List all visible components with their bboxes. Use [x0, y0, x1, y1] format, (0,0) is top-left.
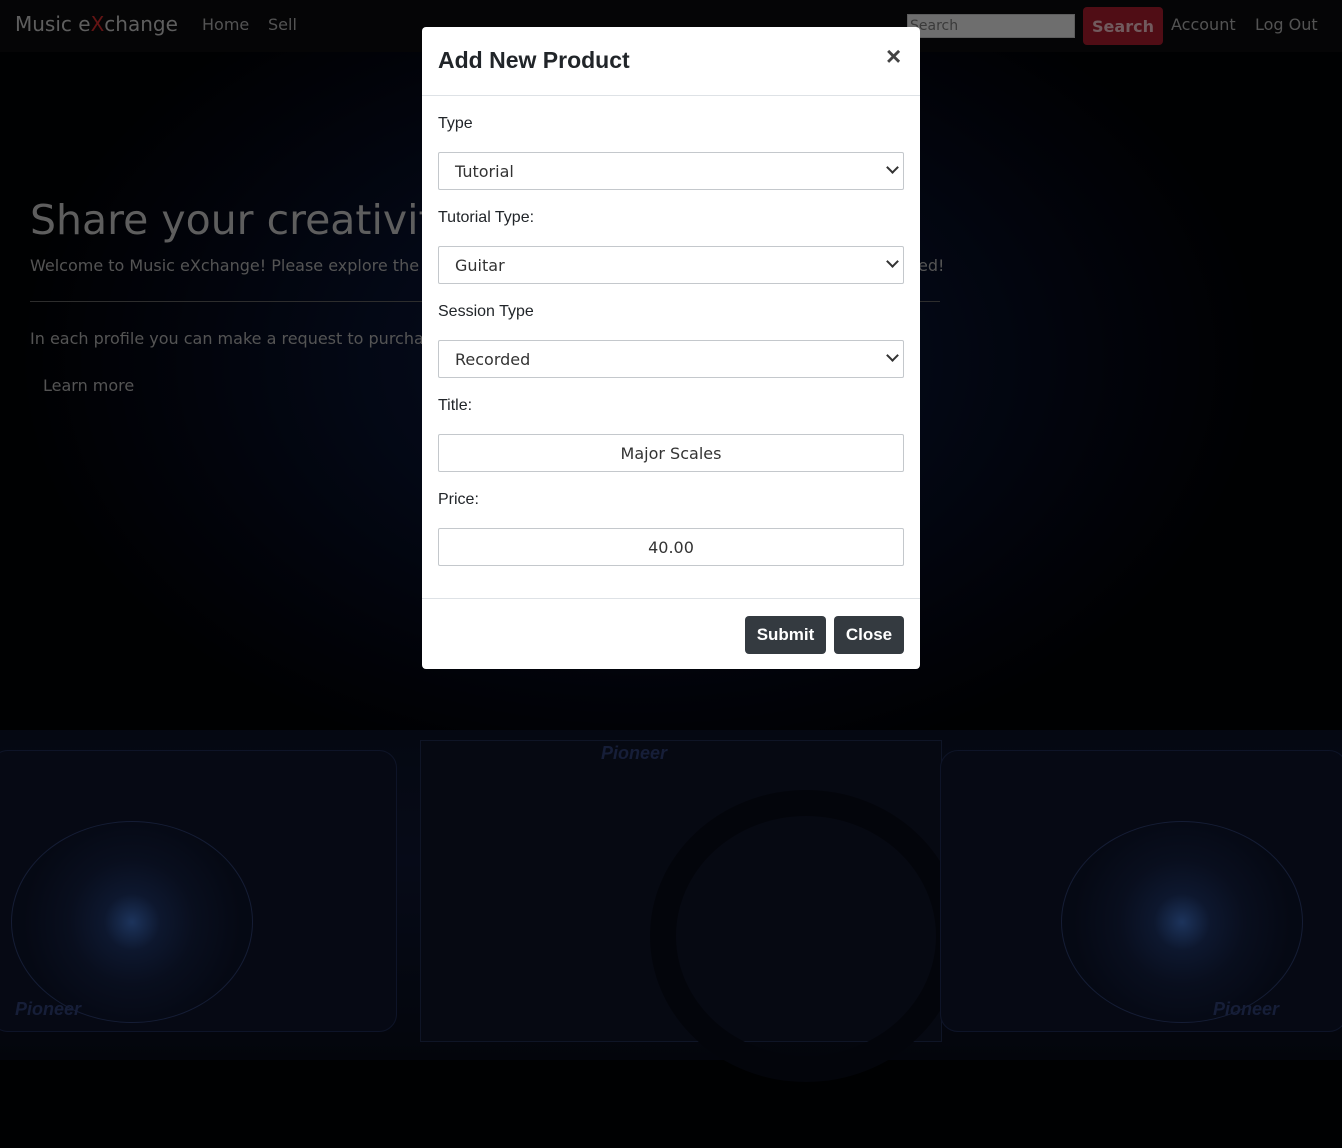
price-label: Price: [438, 491, 479, 508]
chevron-down-icon [886, 255, 899, 268]
modal-title: Add New Product [438, 47, 630, 73]
type-label: Type [438, 115, 473, 132]
chevron-down-icon [886, 349, 899, 362]
tutorial-type-label: Tutorial Type: [438, 209, 535, 226]
type-select-value: Tutorial [455, 162, 514, 181]
modal-header: Add New Product × [422, 27, 920, 96]
session-type-label: Session Type [438, 303, 534, 320]
submit-button[interactable]: Submit [745, 616, 826, 654]
session-type-select[interactable]: Recorded [438, 340, 904, 378]
price-input-value: 40.00 [648, 538, 694, 557]
modal-footer: Submit Close [422, 598, 920, 669]
add-product-modal: Add New Product × Type Tutorial Tutorial… [422, 27, 920, 669]
title-input-value: Major Scales [620, 444, 722, 463]
session-type-value: Recorded [455, 350, 531, 369]
title-label: Title: [438, 397, 473, 414]
type-select[interactable]: Tutorial [438, 152, 904, 190]
tutorial-type-select[interactable]: Guitar [438, 246, 904, 284]
close-icon[interactable]: × [886, 41, 901, 71]
price-input[interactable]: 40.00 [438, 528, 904, 566]
close-button[interactable]: Close [834, 616, 904, 654]
tutorial-type-value: Guitar [455, 256, 505, 275]
title-input[interactable]: Major Scales [438, 434, 904, 472]
chevron-down-icon [886, 161, 899, 174]
